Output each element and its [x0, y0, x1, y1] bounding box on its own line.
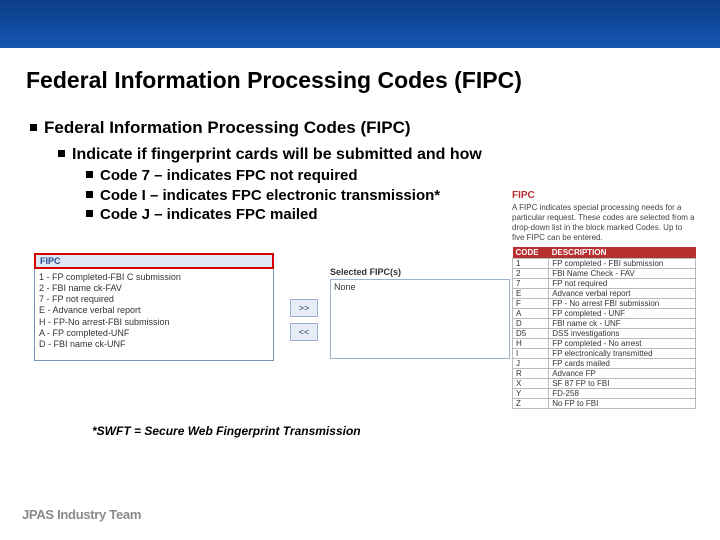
reference-text: A FIPC indicates special processing need… — [512, 203, 696, 243]
cell-code: 7 — [513, 279, 549, 289]
table-row: DFBI name ck - UNF — [513, 319, 696, 329]
cell-code: D — [513, 319, 549, 329]
reference-block: FIPC A FIPC indicates special processing… — [512, 190, 696, 409]
list-item[interactable]: D - FBI name ck-UNF — [39, 339, 269, 350]
col-code: CODE — [513, 247, 549, 259]
list-item[interactable]: H - FP-No arrest-FBI submission — [39, 317, 269, 328]
selected-listbox[interactable]: None — [330, 279, 510, 359]
cell-code: R — [513, 369, 549, 379]
list-item[interactable]: A - FP completed-UNF — [39, 328, 269, 339]
cell-code: I — [513, 349, 549, 359]
footnote: *SWFT = Secure Web Fingerprint Transmiss… — [92, 424, 361, 438]
table-row: 2FBI Name Check - FAV — [513, 269, 696, 279]
slide: Federal Information Processing Codes (FI… — [0, 0, 720, 540]
cell-code: H — [513, 339, 549, 349]
list-item[interactable]: 2 - FBI name ck-FAV — [39, 283, 269, 294]
bullet-icon — [86, 191, 93, 198]
table-row: 1FP completed - FBI submission — [513, 259, 696, 269]
cell-desc: DSS investigations — [549, 329, 696, 339]
cell-desc: SF 87 FP to FBI — [549, 379, 696, 389]
bullet-icon — [86, 171, 93, 178]
cell-desc: FD-258 — [549, 389, 696, 399]
available-panel: FIPC 1 - FP completed-FBI C submission 2… — [34, 253, 274, 362]
title-band: Federal Information Processing Codes (FI… — [0, 0, 720, 100]
col-desc: DESCRIPTION — [549, 247, 696, 259]
footer-team: JPAS Industry Team — [22, 507, 141, 522]
bullet-level-1: Federal Information Processing Codes (FI… — [30, 118, 698, 138]
bullet-level-2: Indicate if fingerprint cards will be su… — [58, 146, 698, 164]
lvl3b-text: Code I – indicates FPC electronic transm… — [100, 187, 440, 204]
cell-code: F — [513, 299, 549, 309]
lvl3c-text: Code J – indicates FPC mailed — [100, 206, 318, 223]
cell-desc: FP - No arrest FBI submission — [549, 299, 696, 309]
list-item[interactable]: E - Advance verbal report — [39, 305, 269, 316]
table-row: JFP cards mailed — [513, 359, 696, 369]
cell-desc: FBI Name Check - FAV — [549, 269, 696, 279]
selected-label: Selected FIPC(s) — [330, 267, 510, 277]
cell-desc: Advance FP — [549, 369, 696, 379]
table-row: YFD-258 — [513, 389, 696, 399]
cell-desc: No FP to FBI — [549, 399, 696, 409]
cell-desc: FP completed - UNF — [549, 309, 696, 319]
remove-button[interactable]: << — [290, 323, 318, 341]
cell-desc: Advance verbal report — [549, 289, 696, 299]
cell-desc: FBI name ck - UNF — [549, 319, 696, 329]
panel-header: FIPC — [34, 253, 274, 269]
selected-panel: Selected FIPC(s) None — [330, 267, 510, 359]
cell-code: D5 — [513, 329, 549, 339]
cell-desc: FP not required — [549, 279, 696, 289]
cell-desc: FP completed - FBI submission — [549, 259, 696, 269]
bullet-icon — [30, 124, 37, 131]
lvl2-text: Indicate if fingerprint cards will be su… — [72, 146, 482, 163]
cell-desc: FP electronically transmitted — [549, 349, 696, 359]
table-row: FFP - No arrest FBI submission — [513, 299, 696, 309]
lvl3a-text: Code 7 – indicates FPC not required — [100, 167, 358, 184]
table-row: IFP electronically transmitted — [513, 349, 696, 359]
table-row: EAdvance verbal report — [513, 289, 696, 299]
reference-table: CODE DESCRIPTION 1FP completed - FBI sub… — [512, 247, 696, 409]
cell-code: Z — [513, 399, 549, 409]
table-row: D5DSS investigations — [513, 329, 696, 339]
table-row: AFP completed - UNF — [513, 309, 696, 319]
cell-code: J — [513, 359, 549, 369]
bullet-icon — [58, 150, 65, 157]
cell-code: 2 — [513, 269, 549, 279]
cell-code: Y — [513, 389, 549, 399]
shuttle-buttons: >> << — [290, 299, 318, 341]
slide-title: Federal Information Processing Codes (FI… — [26, 67, 522, 94]
table-row: XSF 87 FP to FBI — [513, 379, 696, 389]
cell-desc: FP completed - No arrest — [549, 339, 696, 349]
table-row: RAdvance FP — [513, 369, 696, 379]
cell-desc: FP cards mailed — [549, 359, 696, 369]
lvl1-text: Federal Information Processing Codes (FI… — [44, 118, 411, 137]
add-button[interactable]: >> — [290, 299, 318, 317]
cell-code: X — [513, 379, 549, 389]
table-row: 7FP not required — [513, 279, 696, 289]
list-item[interactable]: 7 - FP not required — [39, 294, 269, 305]
cell-code: A — [513, 309, 549, 319]
panel-body[interactable]: 1 - FP completed-FBI C submission 2 - FB… — [34, 269, 274, 362]
bullet-icon — [86, 210, 93, 217]
list-item[interactable]: 1 - FP completed-FBI C submission — [39, 272, 269, 283]
table-row: ZNo FP to FBI — [513, 399, 696, 409]
cell-code: E — [513, 289, 549, 299]
reference-title: FIPC — [512, 190, 696, 201]
table-row: HFP completed - No arrest — [513, 339, 696, 349]
bullet-level-3: Code 7 – indicates FPC not required — [86, 166, 698, 186]
cell-code: 1 — [513, 259, 549, 269]
